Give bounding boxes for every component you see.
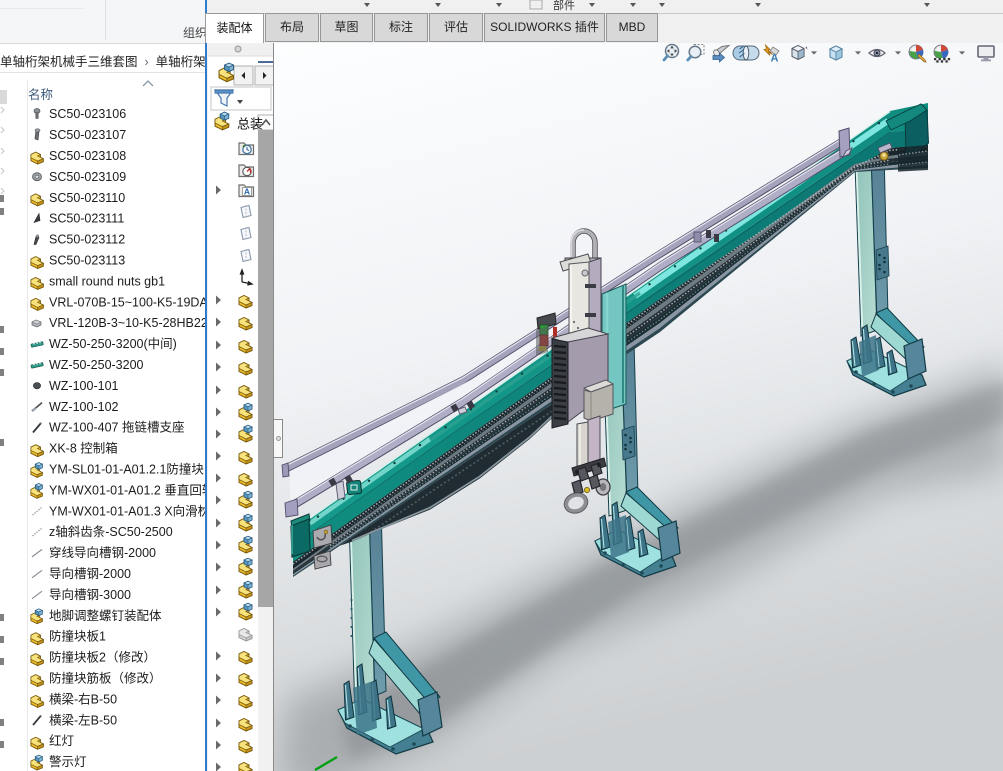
svg-text:红灯: 红灯 [49,733,74,748]
svg-text:WZ-50-250-3200: WZ-50-250-3200 [49,358,144,372]
svg-text:名称: 名称 [28,87,53,102]
svg-text:横梁-左B-50: 横梁-左B-50 [49,712,117,727]
svg-text:SC50-023110: SC50-023110 [49,191,125,205]
svg-text:导向槽钢-2000: 导向槽钢-2000 [49,566,131,581]
svg-text:地脚调整螺钉装配体: 地脚调整螺钉装配体 [49,608,162,623]
svg-text:导向槽钢-3000: 导向槽钢-3000 [49,587,131,602]
svg-text:部件: 部件 [553,0,575,12]
svg-text:z轴斜齿条-SC50-2500: z轴斜齿条-SC50-2500 [49,524,173,539]
svg-text:SC50-023109: SC50-023109 [49,170,126,184]
svg-text:SC50-023108: SC50-023108 [49,149,126,163]
svg-text:警示灯: 警示灯 [49,754,87,769]
svg-text:WZ-50-250-3200(中间): WZ-50-250-3200(中间) [49,336,177,351]
svg-text:A: A [771,53,779,65]
svg-text:SC50-023113: SC50-023113 [49,254,125,268]
svg-text:YM-WX01-01-A01.2 垂直回转: YM-WX01-01-A01.2 垂直回转 [49,482,205,497]
svg-text:WZ-100-101: WZ-100-101 [49,379,119,393]
svg-text:防撞块板2（修改）: 防撞块板2（修改） [49,650,156,665]
svg-text:SC50-023112: SC50-023112 [49,233,125,247]
svg-text:防撞块板1: 防撞块板1 [49,629,106,644]
svg-text:small round nuts gb1: small round nuts gb1 [49,274,165,288]
svg-text:YM-WX01-01-A01.3 X向滑枕: YM-WX01-01-A01.3 X向滑枕 [49,503,205,518]
svg-text:XK-8 控制箱: XK-8 控制箱 [49,441,118,456]
svg-text:A: A [243,187,249,197]
svg-text:SC50-023107: SC50-023107 [49,128,126,142]
svg-text:穿线导向槽钢-2000: 穿线导向槽钢-2000 [49,545,156,560]
svg-text:SC50-023106: SC50-023106 [49,107,126,121]
svg-text:YM-SL01-01-A01.2.1防撞块: YM-SL01-01-A01.2.1防撞块 [49,462,204,477]
svg-text:SC50-023111: SC50-023111 [49,212,124,226]
svg-text:横梁-右B-50: 横梁-右B-50 [49,691,117,706]
svg-text:VRL-070B-15~100-K5-19DA: VRL-070B-15~100-K5-19DA [49,295,205,309]
svg-text:WZ-100-407 拖链槽支座: WZ-100-407 拖链槽支座 [49,420,184,435]
svg-text:VRL-120B-3~10-K5-28HB22: VRL-120B-3~10-K5-28HB22 [49,316,205,330]
svg-text:WZ-100-102: WZ-100-102 [49,400,119,414]
svg-text:防撞块筋板（修改）: 防撞块筋板（修改） [49,671,162,686]
svg-text:总装: 总装 [237,117,263,132]
